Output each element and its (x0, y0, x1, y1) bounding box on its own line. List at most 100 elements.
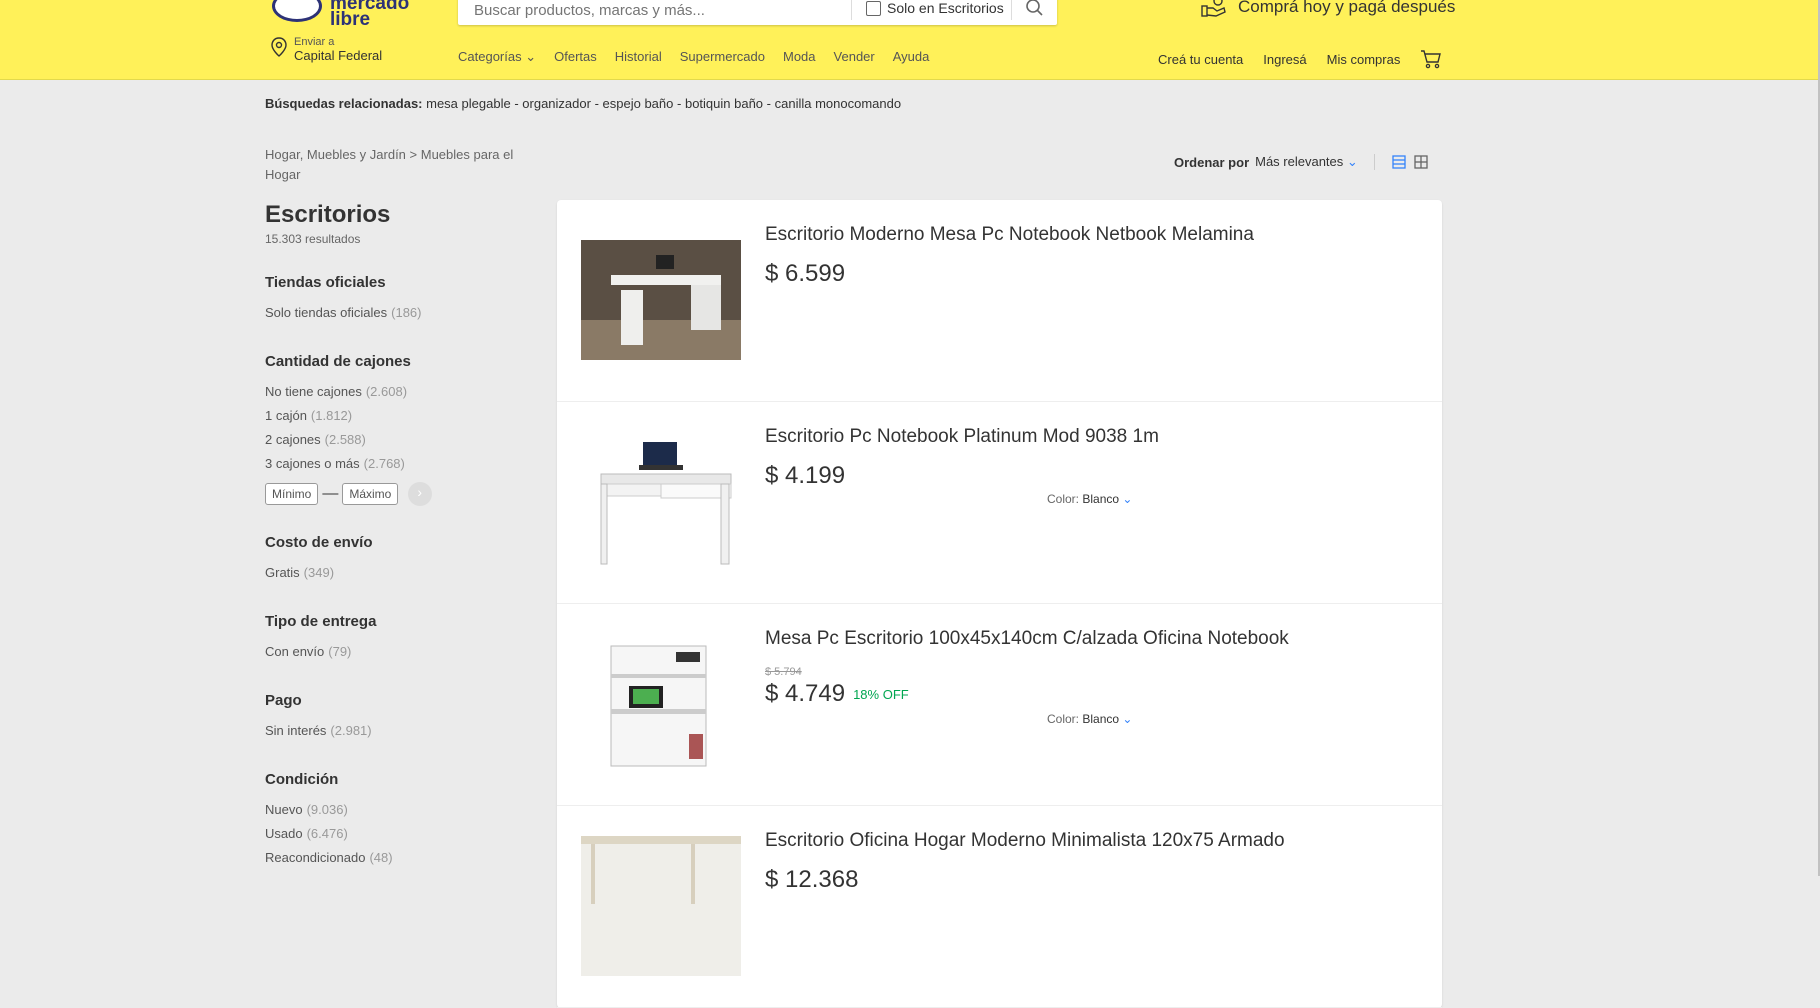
filter-item[interactable]: 2 cajones (2.588) (265, 428, 525, 452)
only-in-category-label: Solo en Escritorios (887, 0, 1004, 16)
location-line-2: Capital Federal (294, 48, 383, 63)
only-in-category-checkbox[interactable]: Solo en Escritorios (866, 0, 1004, 16)
product-price: $ 4.749 (765, 680, 846, 707)
related-searches: Búsquedas relacionadas: mesa plegable - … (265, 96, 901, 111)
range-filter: Mínimo — Máximo (265, 482, 525, 506)
filter-item[interactable]: Solo tiendas oficiales (186) (265, 301, 525, 325)
filter-item[interactable]: Sin interés (2.981) (265, 719, 525, 743)
shipping-location[interactable]: Enviar a Capital Federal (270, 36, 382, 64)
product-image[interactable] (581, 634, 741, 774)
cart-icon[interactable] (1420, 49, 1442, 69)
product-price: $ 12.368 (765, 866, 859, 893)
logo-text-2: libre (330, 9, 371, 30)
filter-item[interactable]: 1 cajón (1.812) (265, 404, 525, 428)
create-account-link[interactable]: Creá tu cuenta (1158, 52, 1243, 67)
chevron-down-icon: ⌄ (1122, 492, 1133, 506)
filter-item[interactable]: Usado (6.476) (265, 822, 525, 846)
product-card[interactable]: Escritorio Pc Notebook Platinum Mod 9038… (557, 402, 1442, 604)
filter-group-title: Tipo de entrega (265, 613, 377, 630)
chevron-down-icon: ⌄ (525, 49, 537, 64)
product-title[interactable]: Escritorio Oficina Hogar Moderno Minimal… (765, 830, 1285, 852)
filter-group-official-stores: Tiendas oficiales Solo tiendas oficiales… (265, 274, 525, 325)
divider (1373, 154, 1375, 170)
filter-group-delivery-type: Tipo de entrega Con envío (79) (265, 613, 525, 664)
grid-view-icon[interactable] (1413, 154, 1429, 170)
filter-group-title: Pago (265, 692, 302, 709)
product-price: $ 6.599 (765, 260, 846, 287)
hand-coin-icon (1201, 0, 1226, 17)
filter-group-shipping-cost: Costo de envío Gratis (349) (265, 534, 525, 585)
filter-group-drawers: Cantidad de cajones No tiene cajones (2.6… (265, 353, 525, 506)
search-divider-2 (1011, 0, 1012, 20)
product-image[interactable] (581, 230, 741, 370)
color-selector[interactable]: Color: Blanco ⌄ (1047, 712, 1132, 726)
mercadolibre-logo[interactable]: mercado libre (272, 0, 422, 30)
nav-historial[interactable]: Historial (615, 49, 662, 65)
filter-group-title: Cantidad de cajones (265, 353, 411, 370)
related-separator: - (766, 96, 772, 111)
results-list: Escritorio Moderno Mesa Pc Notebook Netb… (557, 200, 1442, 1008)
nav-moda[interactable]: Moda (783, 49, 816, 65)
product-card[interactable]: Escritorio Oficina Hogar Moderno Minimal… (557, 806, 1442, 1008)
color-selector[interactable]: Color: Blanco ⌄ (1047, 492, 1132, 506)
related-label: Búsquedas relacionadas: (265, 96, 423, 111)
related-item[interactable]: organizador (522, 96, 591, 111)
nav-supermercado[interactable]: Supermercado (680, 49, 765, 65)
related-item[interactable]: espejo baño (603, 96, 674, 111)
filter-group-title: Tiendas oficiales (265, 274, 386, 291)
product-card[interactable]: Mesa Pc Escritorio 100x45x140cm C/alzada… (557, 604, 1442, 806)
nav-ayuda[interactable]: Ayuda (893, 49, 930, 65)
related-separator: - (677, 96, 682, 111)
product-title[interactable]: Escritorio Pc Notebook Platinum Mod 9038… (765, 426, 1159, 448)
filter-item[interactable]: Reacondicionado (48) (265, 846, 525, 870)
breadcrumb-item[interactable]: Hogar, Muebles y Jardín (265, 147, 406, 162)
filter-group-condition: Condición Nuevo (9.036) Usado (6.476) Reac… (265, 771, 525, 870)
filter-item[interactable]: No tiene cajones (2.608) (265, 380, 525, 404)
search-input[interactable] (472, 0, 856, 22)
account-nav: Creá tu cuenta Ingresá Mis compras (1158, 49, 1442, 69)
related-separator: - (514, 96, 519, 111)
breadcrumb-separator: > (409, 147, 418, 162)
sort-control: Ordenar por Más relevantes ⌄ (1174, 154, 1429, 170)
filter-item[interactable]: Con envío (79) (265, 640, 525, 664)
list-view-icon[interactable] (1391, 154, 1407, 170)
my-purchases-link[interactable]: Mis compras (1327, 52, 1401, 67)
filter-item[interactable]: 3 cajones o más (2.768) (265, 452, 525, 476)
nav-categorias[interactable]: Categorías ⌄ (458, 49, 536, 65)
related-item[interactable]: botiquin baño (685, 96, 763, 111)
min-input[interactable]: Mínimo (265, 483, 319, 505)
product-card[interactable]: Escritorio Moderno Mesa Pc Notebook Netb… (557, 200, 1442, 402)
handshake-logo-icon (272, 0, 322, 22)
filter-group-payment: Pago Sin interés (2.981) (265, 692, 525, 743)
header-bar: mercado libre Solo en Escritorios Comprá… (0, 0, 1818, 80)
chevron-down-icon: ⌄ (1346, 154, 1358, 169)
filter-group-title: Condición (265, 771, 339, 788)
product-title[interactable]: Escritorio Moderno Mesa Pc Notebook Netb… (765, 224, 1254, 246)
nav-ofertas[interactable]: Ofertas (554, 49, 597, 65)
product-title[interactable]: Mesa Pc Escritorio 100x45x140cm C/alzada… (765, 628, 1289, 650)
main-nav: Categorías ⌄ Ofertas Historial Supermerc… (458, 49, 929, 65)
checkbox-icon (866, 0, 881, 16)
sort-dropdown[interactable]: Más relevantes ⌄ (1255, 154, 1358, 170)
discount-badge: 18% OFF (853, 687, 909, 703)
related-item[interactable]: mesa plegable (426, 96, 511, 111)
nav-vender[interactable]: Vender (834, 49, 875, 65)
location-pin-icon (271, 37, 287, 57)
related-item[interactable]: canilla monocomando (775, 96, 901, 111)
product-price: $ 4.199 (765, 462, 846, 489)
range-dash: — (322, 485, 339, 502)
product-price-row: $ 4.749 18% OFF (765, 680, 909, 708)
filter-item[interactable]: Gratis (349) (265, 561, 525, 585)
filter-item[interactable]: Nuevo (9.036) (265, 798, 525, 822)
promo-banner[interactable]: Comprá hoy y pagá después (1200, 0, 1455, 20)
chevron-down-icon: ⌄ (1122, 712, 1133, 726)
filters-sidebar: Escritorios 15.303 resultados Tiendas of… (265, 200, 525, 870)
login-link[interactable]: Ingresá (1263, 52, 1306, 67)
product-image[interactable] (581, 432, 741, 572)
product-old-price: $ 5.794 (765, 666, 802, 678)
max-input[interactable]: Máximo (342, 483, 399, 505)
page-title: Escritorios (265, 201, 391, 228)
search-icon[interactable] (1024, 0, 1046, 19)
product-image[interactable] (581, 836, 741, 976)
apply-range-button[interactable] (408, 482, 433, 506)
